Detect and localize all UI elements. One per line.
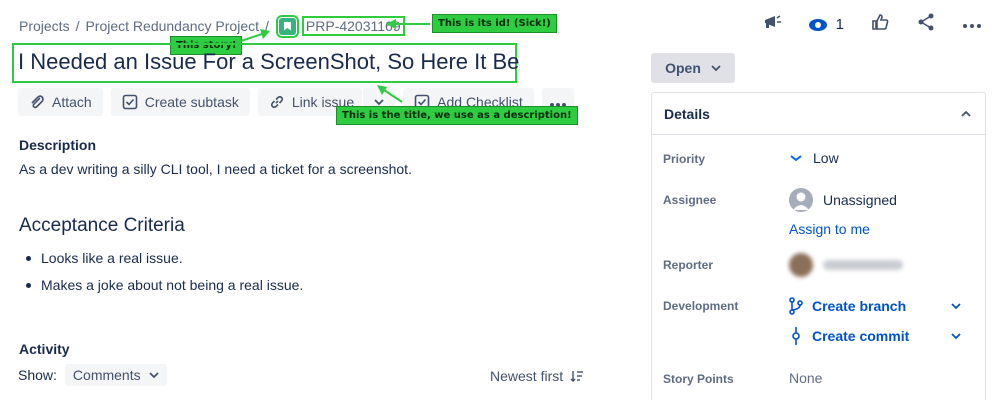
details-title: Details — [664, 105, 710, 122]
more-icon[interactable] — [962, 16, 982, 34]
breadcrumb: Projects / Project Redundancy Project / … — [19, 14, 405, 38]
attach-button[interactable]: Attach — [18, 88, 103, 116]
sort-order-button[interactable]: Newest first — [490, 368, 584, 384]
eye-icon — [808, 18, 827, 31]
assignee-text: Unassigned — [823, 192, 897, 208]
avatar — [789, 188, 813, 212]
activity-filter: Show: Comments — [18, 364, 167, 386]
annotation-title-note: This is the title, we use as a descripti… — [336, 106, 578, 125]
reporter-label: Reporter — [663, 258, 714, 272]
annotation-arrow-icon — [377, 85, 403, 103]
sort-order-label: Newest first — [490, 368, 564, 384]
chevron-down-icon — [951, 333, 961, 340]
priority-low-icon — [790, 155, 802, 162]
create-commit-button[interactable]: Create commit — [789, 327, 961, 345]
activity-heading: Activity — [19, 341, 70, 357]
create-branch-button[interactable]: Create branch — [789, 297, 961, 315]
acceptance-criteria-heading: Acceptance Criteria — [19, 215, 185, 236]
chevron-up-icon — [961, 110, 971, 117]
story-points-label: Story Points — [663, 372, 734, 386]
priority-text: Low — [813, 150, 839, 166]
story-points-value[interactable]: None — [789, 370, 822, 386]
annotation-id-note: This is its id! (Sick!) — [432, 14, 557, 33]
share-icon[interactable] — [916, 12, 936, 37]
thumbs-up-icon[interactable] — [870, 12, 890, 37]
issue-title[interactable]: I Needed an Issue For a ScreenShot, So H… — [18, 49, 519, 75]
chevron-down-icon — [711, 65, 721, 72]
description-heading: Description — [19, 137, 97, 153]
list-item: Makes a joke about not being a real issu… — [24, 277, 303, 293]
watch-button[interactable]: 1 — [808, 16, 844, 33]
create-subtask-label: Create subtask — [144, 94, 239, 110]
watch-count: 1 — [835, 16, 844, 33]
create-commit-label: Create commit — [812, 328, 910, 344]
breadcrumb-project-link[interactable]: Project Redundancy Project — [85, 18, 259, 34]
reporter-value[interactable] — [789, 253, 903, 277]
assignee-value[interactable]: Unassigned — [789, 188, 897, 212]
create-subtask-button[interactable]: Create subtask — [110, 88, 250, 116]
priority-label: Priority — [663, 152, 706, 166]
breadcrumb-projects-link[interactable]: Projects — [19, 18, 70, 34]
details-header[interactable]: Details — [652, 93, 985, 135]
subtask-icon — [122, 94, 138, 110]
attach-label: Attach — [52, 94, 92, 110]
annotation-arrow-icon — [386, 19, 430, 29]
chevron-down-icon — [148, 372, 159, 379]
commit-icon — [792, 327, 800, 345]
issue-actions-bar: 1 — [762, 12, 982, 37]
development-label: Development — [663, 299, 739, 313]
paperclip-icon — [29, 94, 45, 110]
chevron-down-icon — [951, 303, 961, 310]
breadcrumb-separator: / — [75, 18, 80, 34]
status-label: Open — [665, 60, 701, 76]
link-icon — [269, 94, 285, 110]
assignee-label: Assignee — [663, 193, 717, 207]
branch-icon — [789, 297, 803, 315]
status-button[interactable]: Open — [651, 53, 735, 83]
details-panel: Details — [651, 92, 986, 400]
description-text[interactable]: As a dev writing a silly CLI tool, I nee… — [19, 161, 412, 177]
activity-filter-value: Comments — [72, 367, 141, 383]
story-type-icon[interactable] — [275, 14, 299, 38]
priority-value[interactable]: Low — [789, 150, 839, 166]
show-label: Show: — [18, 367, 57, 383]
sort-icon — [570, 371, 584, 382]
assign-to-me-link[interactable]: Assign to me — [789, 221, 870, 237]
list-item: Looks like a real issue. — [24, 250, 303, 266]
reporter-name-redacted — [823, 260, 903, 270]
create-branch-label: Create branch — [812, 298, 907, 314]
megaphone-icon[interactable] — [762, 12, 782, 37]
avatar — [789, 253, 813, 277]
acceptance-criteria-list: Looks like a real issue. Makes a joke ab… — [24, 250, 303, 304]
activity-filter-select[interactable]: Comments — [64, 364, 167, 386]
